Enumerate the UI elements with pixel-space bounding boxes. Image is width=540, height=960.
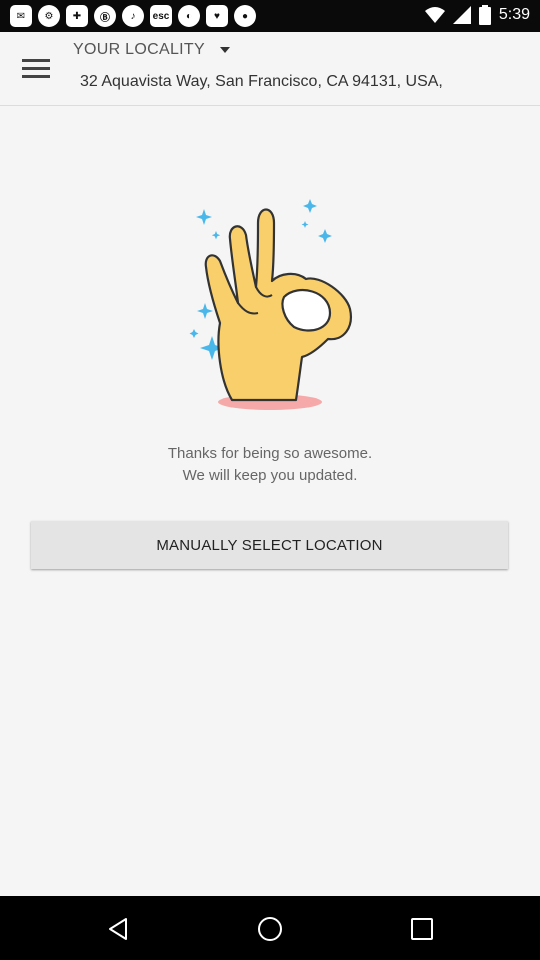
notification-icon: ✚ <box>66 5 88 27</box>
chevron-down-icon[interactable] <box>220 47 230 53</box>
system-navigation-bar <box>0 896 540 960</box>
notification-icon: ✉ <box>10 5 32 27</box>
manually-select-location-button[interactable]: MANUALLY SELECT LOCATION <box>31 521 508 569</box>
notification-icon: ♪ <box>122 5 144 27</box>
message-line: We will keep you updated. <box>182 467 358 484</box>
hand-shape <box>204 208 352 402</box>
notification-icon: ⚙ <box>38 5 60 27</box>
wifi-icon <box>424 7 445 23</box>
menu-icon[interactable] <box>22 59 50 79</box>
battery-icon <box>478 5 491 25</box>
locality-selector-label[interactable]: YOUR LOCALITY <box>73 41 205 59</box>
back-icon[interactable] <box>105 916 131 942</box>
locality-header: YOUR LOCALITY 32 Aquavista Way, San Fran… <box>0 32 540 106</box>
esc-icon: esc <box>150 5 172 27</box>
signal-icon <box>452 6 471 24</box>
notification-icon: ♥ <box>206 5 228 27</box>
notification-icon: ● <box>234 5 256 27</box>
home-icon[interactable] <box>257 916 283 942</box>
ok-hand-illustration <box>189 199 352 410</box>
current-address[interactable]: 32 Aquavista Way, San Francisco, CA 9413… <box>80 73 443 91</box>
status-system: 5:39 <box>424 5 530 25</box>
recent-apps-icon[interactable] <box>409 916 435 942</box>
status-time: 5:39 <box>498 6 530 23</box>
message-line: Thanks for being so awesome. <box>167 445 373 462</box>
status-notifications: ✉ ⚙ ✚ Ⓑ ♪ esc ◐ ♥ ● <box>10 5 256 27</box>
thanks-message: Thanks for being so awesome. We will kee… <box>0 443 540 487</box>
status-bar: ✉ ⚙ ✚ Ⓑ ♪ esc ◐ ♥ ● 5:39 <box>0 0 540 32</box>
notification-icon: Ⓑ <box>94 5 116 27</box>
notification-icon: ◐ <box>178 5 200 27</box>
